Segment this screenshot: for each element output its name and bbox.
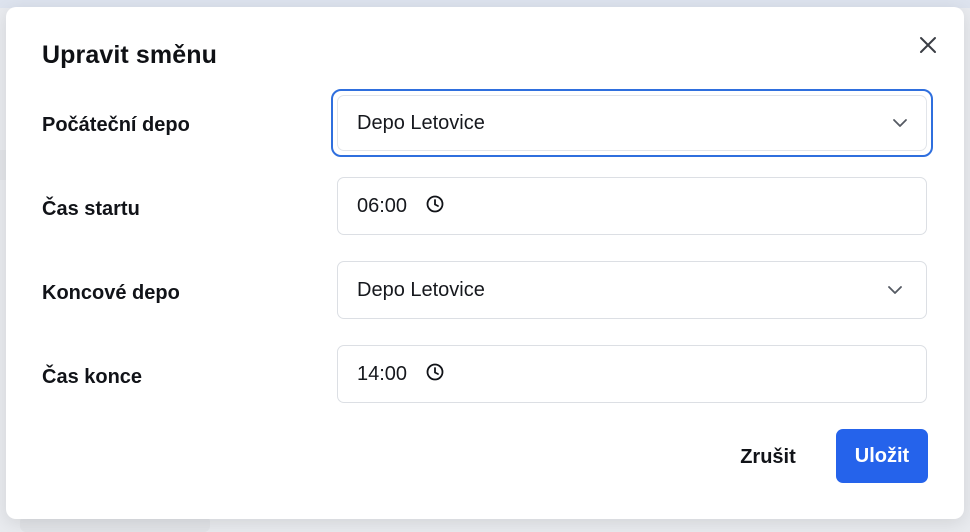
end-time-input[interactable]: 14:00 (337, 345, 927, 403)
clock-icon[interactable] (425, 362, 445, 382)
start-time-value: 06:00 (357, 194, 408, 217)
cancel-button[interactable]: Zrušit (724, 437, 812, 477)
start-depot-label: Počáteční depo (42, 114, 190, 136)
close-icon (920, 37, 936, 53)
chevron-down-icon (888, 286, 902, 294)
end-time-value: 14:00 (357, 362, 408, 385)
dialog-title: Upravit směnu (42, 41, 217, 69)
end-depot-value: Depo Letovice (357, 278, 485, 301)
start-time-label: Čas startu (42, 198, 140, 220)
end-depot-select[interactable]: Depo Letovice (337, 261, 927, 319)
edit-shift-dialog: Upravit směnu Počáteční depo Depo Letovi… (6, 7, 964, 519)
save-button[interactable]: Uložit (836, 429, 928, 483)
end-time-label: Čas konce (42, 366, 143, 388)
chevron-down-icon (893, 119, 907, 127)
start-time-input[interactable]: 06:00 (337, 177, 927, 235)
start-depot-value: Depo Letovice (357, 111, 485, 134)
start-depot-select[interactable]: Depo Letovice (331, 89, 933, 157)
start-depot-select-inner: Depo Letovice (337, 95, 927, 151)
end-depot-label: Koncové depo (42, 282, 180, 304)
close-button[interactable] (914, 31, 942, 59)
clock-icon[interactable] (425, 194, 445, 214)
